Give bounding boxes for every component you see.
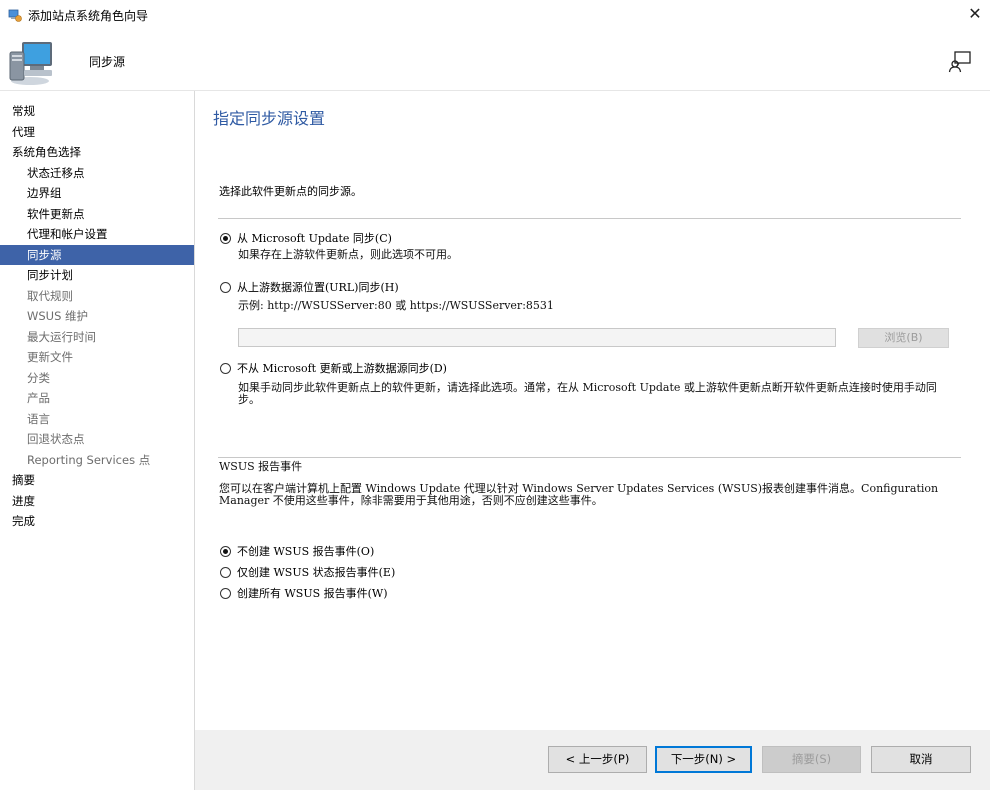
sidebar-item-5[interactable]: 软件更新点 xyxy=(0,204,194,225)
sidebar-item-1[interactable]: 代理 xyxy=(0,122,194,143)
radio-indicator xyxy=(220,545,231,557)
sidebar-item-6[interactable]: 代理和帐户设置 xyxy=(0,224,194,245)
section-title: 指定同步源设置 xyxy=(213,109,326,128)
page-header-title: 同步源 xyxy=(89,55,126,69)
wizard-app-icon xyxy=(8,8,22,22)
radio-all-wsus-events[interactable]: 创建所有 WSUS 报告事件(W) xyxy=(220,585,388,601)
radio-status-wsus-events[interactable]: 仅创建 WSUS 状态报告事件(E) xyxy=(220,564,395,580)
computer-icon xyxy=(8,38,58,86)
separator xyxy=(218,218,961,219)
sidebar-item-2[interactable]: 系统角色选择 xyxy=(0,142,194,163)
previous-button[interactable]: < 上一步(P) xyxy=(548,746,647,773)
radio-no-wsus-events[interactable]: 不创建 WSUS 报告事件(O) xyxy=(220,543,374,559)
sidebar-item-3[interactable]: 状态迁移点 xyxy=(0,163,194,184)
radio-indicator xyxy=(220,281,231,293)
cancel-button[interactable]: 取消 xyxy=(871,746,971,773)
sidebar-item-10[interactable]: WSUS 维护 xyxy=(0,306,194,327)
wsus-heading: WSUS 报告事件 xyxy=(219,460,303,473)
radio-label: 创建所有 WSUS 报告事件(W) xyxy=(237,587,388,600)
sidebar-item-15[interactable]: 语言 xyxy=(0,409,194,430)
radio-label: 仅创建 WSUS 状态报告事件(E) xyxy=(237,566,396,579)
sidebar-item-11[interactable]: 最大运行时间 xyxy=(0,327,194,348)
separator xyxy=(218,457,961,458)
sidebar-item-18[interactable]: 摘要 xyxy=(0,470,194,491)
radio-indicator xyxy=(220,232,231,244)
option-note: 如果存在上游软件更新点，则此选项不可用。 xyxy=(238,248,458,261)
radio-label: 从上游数据源位置(URL)同步(H) xyxy=(237,281,399,294)
radio-sync-microsoft-update[interactable]: 从 Microsoft Update 同步(C) xyxy=(220,230,392,246)
sidebar-item-7[interactable]: 同步源 xyxy=(0,244,194,265)
radio-indicator xyxy=(220,587,231,599)
sidebar-item-14[interactable]: 产品 xyxy=(0,388,194,409)
sidebar-item-16[interactable]: 回退状态点 xyxy=(0,429,194,450)
next-button[interactable]: 下一步(N) > xyxy=(655,746,752,773)
sidebar-item-19[interactable]: 进度 xyxy=(0,491,194,512)
upstream-url-input[interactable] xyxy=(238,328,836,347)
intro-text: 选择此软件更新点的同步源。 xyxy=(219,185,362,198)
radio-label: 不从 Microsoft 更新或上游数据源同步(D) xyxy=(237,362,447,375)
wizard-step-sidebar: 常规 代理 系统角色选择 状态迁移点 边界组 软件更新点 代理和帐户设置 同步源 同步计划 取代规… xyxy=(0,91,195,790)
wsus-description: 您可以在客户端计算机上配置 Windows Update 代理以针对 Windo… xyxy=(219,482,939,507)
radio-indicator xyxy=(220,362,231,374)
sidebar-item-4[interactable]: 边界组 xyxy=(0,183,194,204)
sidebar-item-0[interactable]: 常规 xyxy=(0,101,194,122)
sidebar-item-17[interactable]: Reporting Services 点 xyxy=(0,450,194,471)
browse-button[interactable]: 浏览(B) xyxy=(858,328,949,348)
radio-label: 不创建 WSUS 报告事件(O) xyxy=(237,545,375,558)
option-note: 示例: http://WSUSServer:80 或 https://WSUSS… xyxy=(238,299,554,312)
sidebar-item-12[interactable]: 更新文件 xyxy=(0,347,194,368)
wizard-footer: < 上一步(P) 下一步(N) > 摘要(S) 取消 xyxy=(195,730,990,790)
sidebar-item-13[interactable]: 分类 xyxy=(0,368,194,389)
radio-sync-upstream-url[interactable]: 从上游数据源位置(URL)同步(H) xyxy=(220,279,399,295)
option-note: 如果手动同步此软件更新点上的软件更新，请选择此选项。通常，在从 Microsof… xyxy=(238,381,937,406)
user-help-icon[interactable] xyxy=(948,50,972,74)
summary-button[interactable]: 摘要(S) xyxy=(762,746,861,773)
sidebar-item-9[interactable]: 取代规则 xyxy=(0,286,194,307)
radio-label: 从 Microsoft Update 同步(C) xyxy=(237,232,392,245)
window-title: 添加站点系统角色向导 xyxy=(28,9,149,23)
main-content: 指定同步源设置 选择此软件更新点的同步源。 从 Microsoft Update… xyxy=(195,91,990,730)
title-bar: 添加站点系统角色向导 ✕ xyxy=(0,0,990,30)
close-button[interactable]: ✕ xyxy=(960,0,990,30)
radio-indicator xyxy=(220,566,231,578)
radio-no-sync[interactable]: 不从 Microsoft 更新或上游数据源同步(D) xyxy=(220,360,447,376)
wizard-header: 同步源 xyxy=(0,30,990,91)
sidebar-item-20[interactable]: 完成 xyxy=(0,511,194,532)
sidebar-item-8[interactable]: 同步计划 xyxy=(0,265,194,286)
step-list: 常规 代理 系统角色选择 状态迁移点 边界组 软件更新点 代理和帐户设置 同步源 同步计划 取代规… xyxy=(0,101,194,532)
